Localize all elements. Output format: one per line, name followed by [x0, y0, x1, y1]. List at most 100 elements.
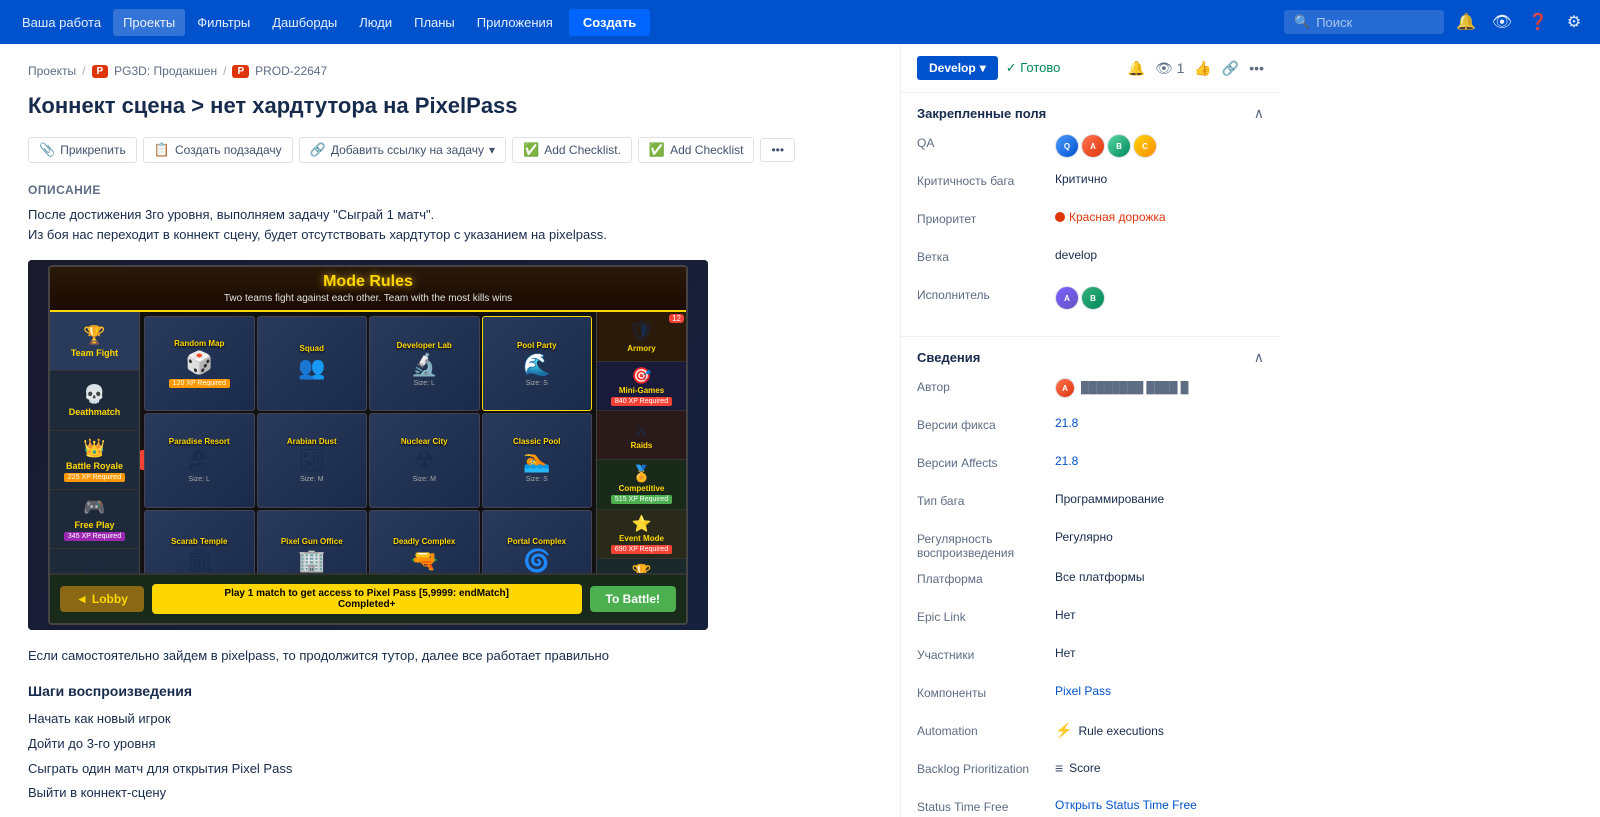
priority-field: Приоритет Красная дорожка — [917, 210, 1264, 238]
description-label: Описание — [28, 183, 872, 197]
breadcrumb-project-link[interactable]: PG3D: Продакшен — [114, 64, 217, 78]
create-button[interactable]: Создать — [569, 9, 650, 36]
random-map-badge: 120 XP Required — [169, 379, 230, 388]
grid-arabian-dust[interactable]: Arabian Dust 🏜 Size: M — [257, 413, 368, 508]
status-time-value[interactable]: Открыть Status Time Free — [1055, 798, 1197, 812]
grid-pool-party[interactable]: Pool Party 🌊 Size: S — [482, 316, 593, 411]
nav-projects[interactable]: Проекты — [113, 9, 185, 36]
mode-free-play[interactable]: 🎮 Free Play 345 XP Required — [50, 490, 139, 549]
game-body: ▶ 🏆 Team Fight 💀 Deathmatch — [50, 312, 686, 608]
attach-button[interactable]: 📎 Прикрепить — [28, 137, 137, 163]
qa-avatar-3: B — [1107, 134, 1131, 158]
repro-value: Регулярно — [1055, 530, 1113, 544]
pool-party-size: Size: S — [526, 380, 548, 387]
backlog-text: Score — [1069, 761, 1100, 775]
mini-games-badge: 840 XP Required — [611, 397, 672, 406]
pixel-pass-sub: Completed+ — [162, 599, 572, 610]
assignee-avatar-group: A B — [1055, 286, 1105, 310]
add-link-button[interactable]: 🔗 Добавить ссылку на задачу ▾ — [299, 137, 506, 163]
epic-label: Epic Link — [917, 608, 1047, 624]
issue-title: Коннект сцена > нет хардтутора на PixelP… — [28, 92, 872, 121]
pixel-pass-bar: Play 1 match to get access to Pixel Pass… — [152, 584, 582, 614]
qa-avatar-2: A — [1081, 134, 1105, 158]
notifications-icon[interactable]: 🔔 — [1452, 8, 1480, 36]
breadcrumb-issue-link[interactable]: PROD-22647 — [255, 64, 327, 78]
nav-dashboards[interactable]: Дашборды — [262, 9, 347, 36]
assignee-avatar-2: B — [1081, 286, 1105, 310]
mode-mini-games[interactable]: 🎯 Mini-Games 840 XP Required — [597, 362, 686, 411]
priority-label: Приоритет — [917, 210, 1047, 226]
scarab-temple-icon: 🏛 — [185, 548, 213, 574]
author-avatar: A — [1055, 378, 1075, 398]
affects-version-value[interactable]: 21.8 — [1055, 454, 1078, 468]
paradise-resort-name: Paradise Resort — [169, 437, 230, 446]
add-checklist2-button[interactable]: ✅ Add Checklist — [638, 137, 755, 163]
mode-deathmatch[interactable]: 💀 Deathmatch — [50, 371, 139, 430]
develop-button[interactable]: Develop ▾ — [917, 56, 998, 80]
nav-filters[interactable]: Фильтры — [187, 9, 260, 36]
bell-icon[interactable]: 🔔 — [1128, 60, 1145, 77]
search-box[interactable]: 🔍 Поиск — [1284, 10, 1444, 34]
grid-nuclear-city[interactable]: Nuclear City ☢ Size: M — [369, 413, 480, 508]
settings-icon[interactable]: ⚙ — [1560, 8, 1588, 36]
author-field: Автор A ████████ ████ █ — [917, 378, 1264, 406]
link-label: Добавить ссылку на задачу — [331, 143, 484, 157]
participants-field: Участники Нет — [917, 646, 1264, 674]
info-collapse-button[interactable]: ∧ — [1254, 349, 1264, 366]
breadcrumb-issue[interactable]: P PROD-22647 — [232, 64, 327, 78]
deathmatch-icon: 💀 — [83, 384, 105, 405]
fix-version-value[interactable]: 21.8 — [1055, 416, 1078, 430]
pinned-fields-header: Закрепленные поля ∧ — [917, 105, 1264, 122]
attach-label: Прикрепить — [60, 143, 126, 157]
mode-event[interactable]: ⭐ Event Mode 690 XP Required — [597, 510, 686, 559]
to-battle-button[interactable]: To Battle! — [590, 586, 676, 612]
mode-raids[interactable]: ⚔ Raids — [597, 411, 686, 460]
checklist2-label: Add Checklist — [670, 143, 743, 157]
competitive-icon: 🏅 — [632, 464, 652, 484]
epic-value: Нет — [1055, 608, 1075, 622]
nav-your-work[interactable]: Ваша работа — [12, 9, 111, 36]
pixel-gun-office-icon: 🏢 — [298, 548, 325, 574]
backlog-field: Backlog Prioritization ≡ Score — [917, 760, 1264, 788]
add-checklist1-button[interactable]: ✅ Add Checklist. — [512, 137, 632, 163]
info-header: Сведения ∧ — [917, 349, 1264, 366]
armory-icon: 🛡 — [629, 319, 654, 344]
grid-paradise-resort[interactable]: Paradise Resort 🏖 Size: L — [144, 413, 255, 508]
help-icon[interactable]: ❓ — [1524, 8, 1552, 36]
eye-icon[interactable]: 👁 — [1488, 8, 1516, 36]
mini-games-label: Mini-Games — [619, 386, 664, 395]
more-actions-button[interactable]: ••• — [760, 138, 795, 162]
mode-armory[interactable]: 🛡 Armory 12 — [597, 312, 686, 361]
pinned-collapse-button[interactable]: ∧ — [1254, 105, 1264, 122]
lobby-button[interactable]: ◄ Lobby — [60, 586, 144, 612]
grid-random-map[interactable]: Random Map 🎲 120 XP Required — [144, 316, 255, 411]
repro-field: Регулярность воспроизведения Регулярно — [917, 530, 1264, 560]
mode-battle-royale[interactable]: 👑 Battle Royale 225 XP Required — [50, 431, 139, 490]
affects-version-label: Версии Affects — [917, 454, 1047, 470]
sidebar-top-bar: Develop ▾ ✓ Готово 🔔 👁 1 👍 🔗 ••• — [901, 44, 1280, 93]
grid-squad[interactable]: Squad 👥 — [257, 316, 368, 411]
automation-label: Automation — [917, 722, 1047, 738]
mode-competitive[interactable]: 🏅 Competitive 515 XP Required — [597, 460, 686, 509]
platform-field: Платформа Все платформы — [917, 570, 1264, 598]
more-icon[interactable]: ••• — [1249, 60, 1264, 76]
platform-value: Все платформы — [1055, 570, 1145, 584]
status-time-label: Status Time Free — [917, 798, 1047, 814]
nav-plans[interactable]: Планы — [404, 9, 465, 36]
participants-label: Участники — [917, 646, 1047, 662]
free-play-label: Free Play — [74, 520, 114, 530]
platform-label: Платформа — [917, 570, 1047, 586]
classic-pool-icon: 🏊 — [523, 448, 550, 474]
share-icon[interactable]: 🔗 — [1222, 60, 1239, 77]
nav-people[interactable]: Люди — [349, 9, 402, 36]
grid-developer-lab[interactable]: Developer Lab 🔬 Size: L — [369, 316, 480, 411]
nav-apps[interactable]: Приложения — [467, 9, 563, 36]
components-value[interactable]: Pixel Pass — [1055, 684, 1111, 698]
grid-classic-pool[interactable]: Classic Pool 🏊 Size: S — [482, 413, 593, 508]
breadcrumb-project[interactable]: P PG3D: Продакшен — [92, 64, 218, 78]
mode-team-fight[interactable]: 🏆 Team Fight — [50, 312, 139, 371]
automation-field: Automation ⚡ Rule executions — [917, 722, 1264, 750]
like-icon[interactable]: 👍 — [1194, 60, 1211, 77]
create-subtask-button[interactable]: 📋 Создать подзадачу — [143, 137, 293, 163]
breadcrumb-projects-link[interactable]: Проекты — [28, 64, 76, 78]
